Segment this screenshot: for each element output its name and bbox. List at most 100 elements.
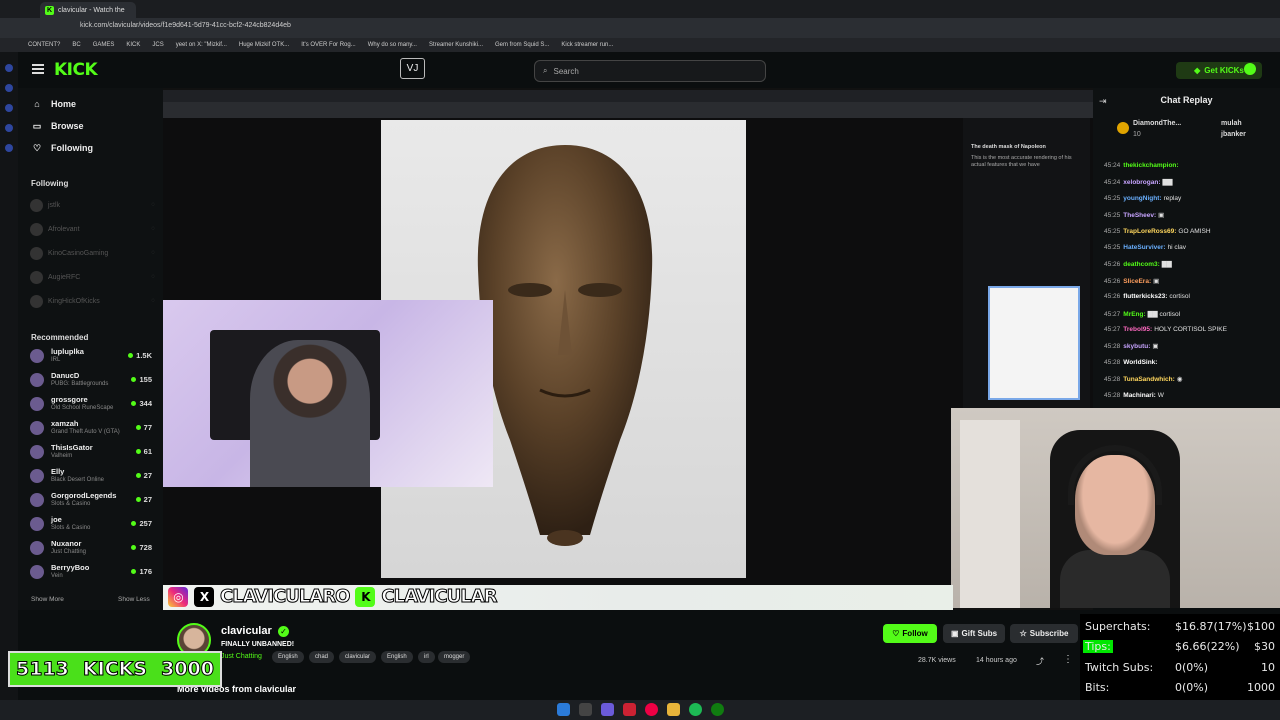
chat-username[interactable]: Machinari: — [1123, 392, 1156, 399]
side-app-icon[interactable] — [5, 104, 13, 112]
following-item[interactable]: KinoCasinoGaming ◌ — [30, 246, 155, 260]
chat-username[interactable]: xelobrogan: — [1123, 179, 1160, 186]
gift-subs-button[interactable]: ▣ Gift Subs — [943, 624, 1005, 643]
recommended-heading: Recommended — [31, 333, 89, 342]
bookmark-item[interactable]: Kick streamer run... — [561, 42, 613, 48]
taskbar-app-icon[interactable] — [623, 703, 636, 716]
stat-value: 0(0%) — [1175, 681, 1209, 694]
chat-text: HOLY CORTISOL SPIKE — [1154, 326, 1227, 333]
user-avatar[interactable] — [1244, 63, 1256, 75]
taskbar-app-icon[interactable] — [601, 703, 614, 716]
tag[interactable]: clavicular — [339, 651, 377, 663]
recommended-channel[interactable]: joe Slots & Casino 257 — [30, 514, 155, 536]
following-name: AugieRFC — [48, 273, 81, 281]
tag[interactable]: mogger — [438, 651, 471, 663]
chat-username[interactable]: HateSurviver: — [1123, 244, 1165, 251]
tag[interactable]: chad — [309, 651, 335, 663]
tag[interactable]: English — [272, 651, 304, 663]
avatar — [30, 493, 44, 507]
vj-badge[interactable]: VJ — [400, 58, 425, 79]
recommended-channel[interactable]: Nuxanor Just Chatting 728 — [30, 538, 155, 560]
chat-username[interactable]: youngNight: — [1123, 195, 1161, 202]
stream-category[interactable]: Just Chatting — [221, 653, 262, 660]
chat-username[interactable]: flutterkicks23: — [1123, 293, 1167, 300]
nav-following[interactable]: ♡ Following — [32, 143, 93, 154]
avatar — [30, 270, 43, 284]
recommended-channel[interactable]: xamzah Grand Theft Auto V (GTA) 77 — [30, 418, 155, 440]
tag[interactable]: irl — [418, 651, 435, 663]
chat-text: W — [1157, 391, 1164, 399]
xbox-icon[interactable] — [711, 703, 724, 716]
avatar — [30, 517, 44, 531]
bookmark-item[interactable]: KICK — [126, 42, 140, 48]
chat-username[interactable]: Trebol95: — [1123, 326, 1152, 333]
chat-username[interactable]: thekickchampion: — [1123, 162, 1178, 169]
search-input[interactable]: ⌕ Search — [534, 60, 766, 82]
windows-start-icon[interactable] — [557, 703, 570, 716]
menu-icon[interactable] — [32, 64, 44, 74]
side-app-icon[interactable] — [5, 84, 13, 92]
avatar — [30, 541, 44, 555]
following-item[interactable]: Afrolevant ◌ — [30, 222, 155, 236]
recommended-channel[interactable]: GorgorodLegends Slots & Casino 27 — [30, 490, 155, 512]
show-more-link[interactable]: Show More — [31, 596, 64, 603]
recommended-channel[interactable]: DanucD PUBG: Battlegrounds 155 — [30, 370, 155, 392]
side-app-icon[interactable] — [5, 124, 13, 132]
url-text[interactable]: kick.com/clavicular/videos/f1e9d641-5d79… — [80, 22, 291, 29]
folder-icon[interactable] — [667, 703, 680, 716]
show-less-link[interactable]: Show Less — [118, 596, 150, 603]
channel-name: ThisIsGator — [51, 443, 93, 452]
bookmark-item[interactable]: BC — [72, 42, 80, 48]
leaderboard-user: mulah — [1221, 120, 1242, 127]
bookmark-item[interactable]: CONTENT? — [28, 42, 60, 48]
browser-tab[interactable]: K clavicular - Watch the — [40, 2, 136, 18]
kick-logo[interactable]: KICK — [54, 60, 98, 80]
bookmark-item[interactable]: It's OVER For Rog... — [301, 42, 356, 48]
chat-timestamp: 45:25 — [1104, 212, 1121, 220]
support-stat-row: Bits: 0(0%) 1000 — [1083, 679, 1277, 697]
share-icon[interactable]: ⤴ — [1036, 656, 1044, 667]
side-app-icon[interactable] — [5, 64, 13, 72]
chrome-icon[interactable] — [645, 703, 658, 716]
nav-browse[interactable]: ▭ Browse — [32, 121, 84, 132]
recommended-channel[interactable]: Elly Black Desert Online 27 — [30, 466, 155, 488]
side-app-icon[interactable] — [5, 144, 13, 152]
x-icon: X — [194, 586, 214, 607]
following-item[interactable]: AugieRFC ◌ — [30, 270, 155, 284]
kick-icon: K — [355, 586, 376, 607]
recommended-channel[interactable]: grossgore Old School RuneScape 344 — [30, 394, 155, 416]
chat-username[interactable]: SliceEra: — [1123, 278, 1151, 285]
bookmark-item[interactable]: Huge Mizkif OTK... — [239, 42, 289, 48]
chat-username[interactable]: skybutu: — [1123, 343, 1150, 350]
chat-timestamp: 45:26 — [1104, 293, 1121, 301]
subscribe-button[interactable]: ☆ Subscribe — [1010, 624, 1078, 643]
chat-username[interactable]: deathcom3: — [1123, 261, 1159, 268]
more-options-icon[interactable]: ⋮ — [1063, 654, 1073, 665]
spotify-icon[interactable] — [689, 703, 702, 716]
bookmark-item[interactable]: Gem from Squid S... — [495, 42, 549, 48]
chat-username[interactable]: TrapLoreRoss69: — [1123, 228, 1176, 235]
following-item[interactable]: jstlk ◌ — [30, 198, 155, 212]
bookmark-item[interactable]: Streamer Kunshiki... — [429, 42, 483, 48]
streamer-name[interactable]: clavicular — [221, 625, 272, 637]
nav-home[interactable]: ⌂ Home — [32, 99, 76, 109]
chat-username[interactable]: MrEng: — [1123, 311, 1145, 318]
chat-message: 45:28 TunaSandwhich: ◉ — [1104, 375, 1182, 383]
chat-username[interactable]: WorldSink: — [1123, 359, 1157, 366]
bookmark-item[interactable]: GAMES — [93, 42, 115, 48]
recommended-channel[interactable]: ThisIsGator Valheim 61 — [30, 442, 155, 464]
avatar — [30, 397, 44, 411]
tag[interactable]: English — [381, 651, 413, 663]
bookmark-item[interactable]: JCS — [152, 42, 163, 48]
follow-button[interactable]: ♡ Follow — [883, 624, 937, 643]
bookmark-item[interactable]: yeet on X: "Mizkif... — [176, 42, 227, 48]
avatar — [30, 373, 44, 387]
chat-username[interactable]: TunaSandwhich: — [1123, 376, 1175, 383]
search-icon[interactable] — [579, 703, 592, 716]
chat-text: cortisol — [1169, 293, 1190, 301]
chat-username[interactable]: TheSheev: — [1123, 212, 1156, 219]
following-item[interactable]: KingHickOfKicks ◌ — [30, 294, 155, 308]
bookmark-item[interactable]: Why do so many... — [368, 42, 417, 48]
recommended-channel[interactable]: BerryyBoo Vein 176 — [30, 562, 155, 584]
recommended-channel[interactable]: lupluplka IRL 1.5K — [30, 346, 155, 368]
